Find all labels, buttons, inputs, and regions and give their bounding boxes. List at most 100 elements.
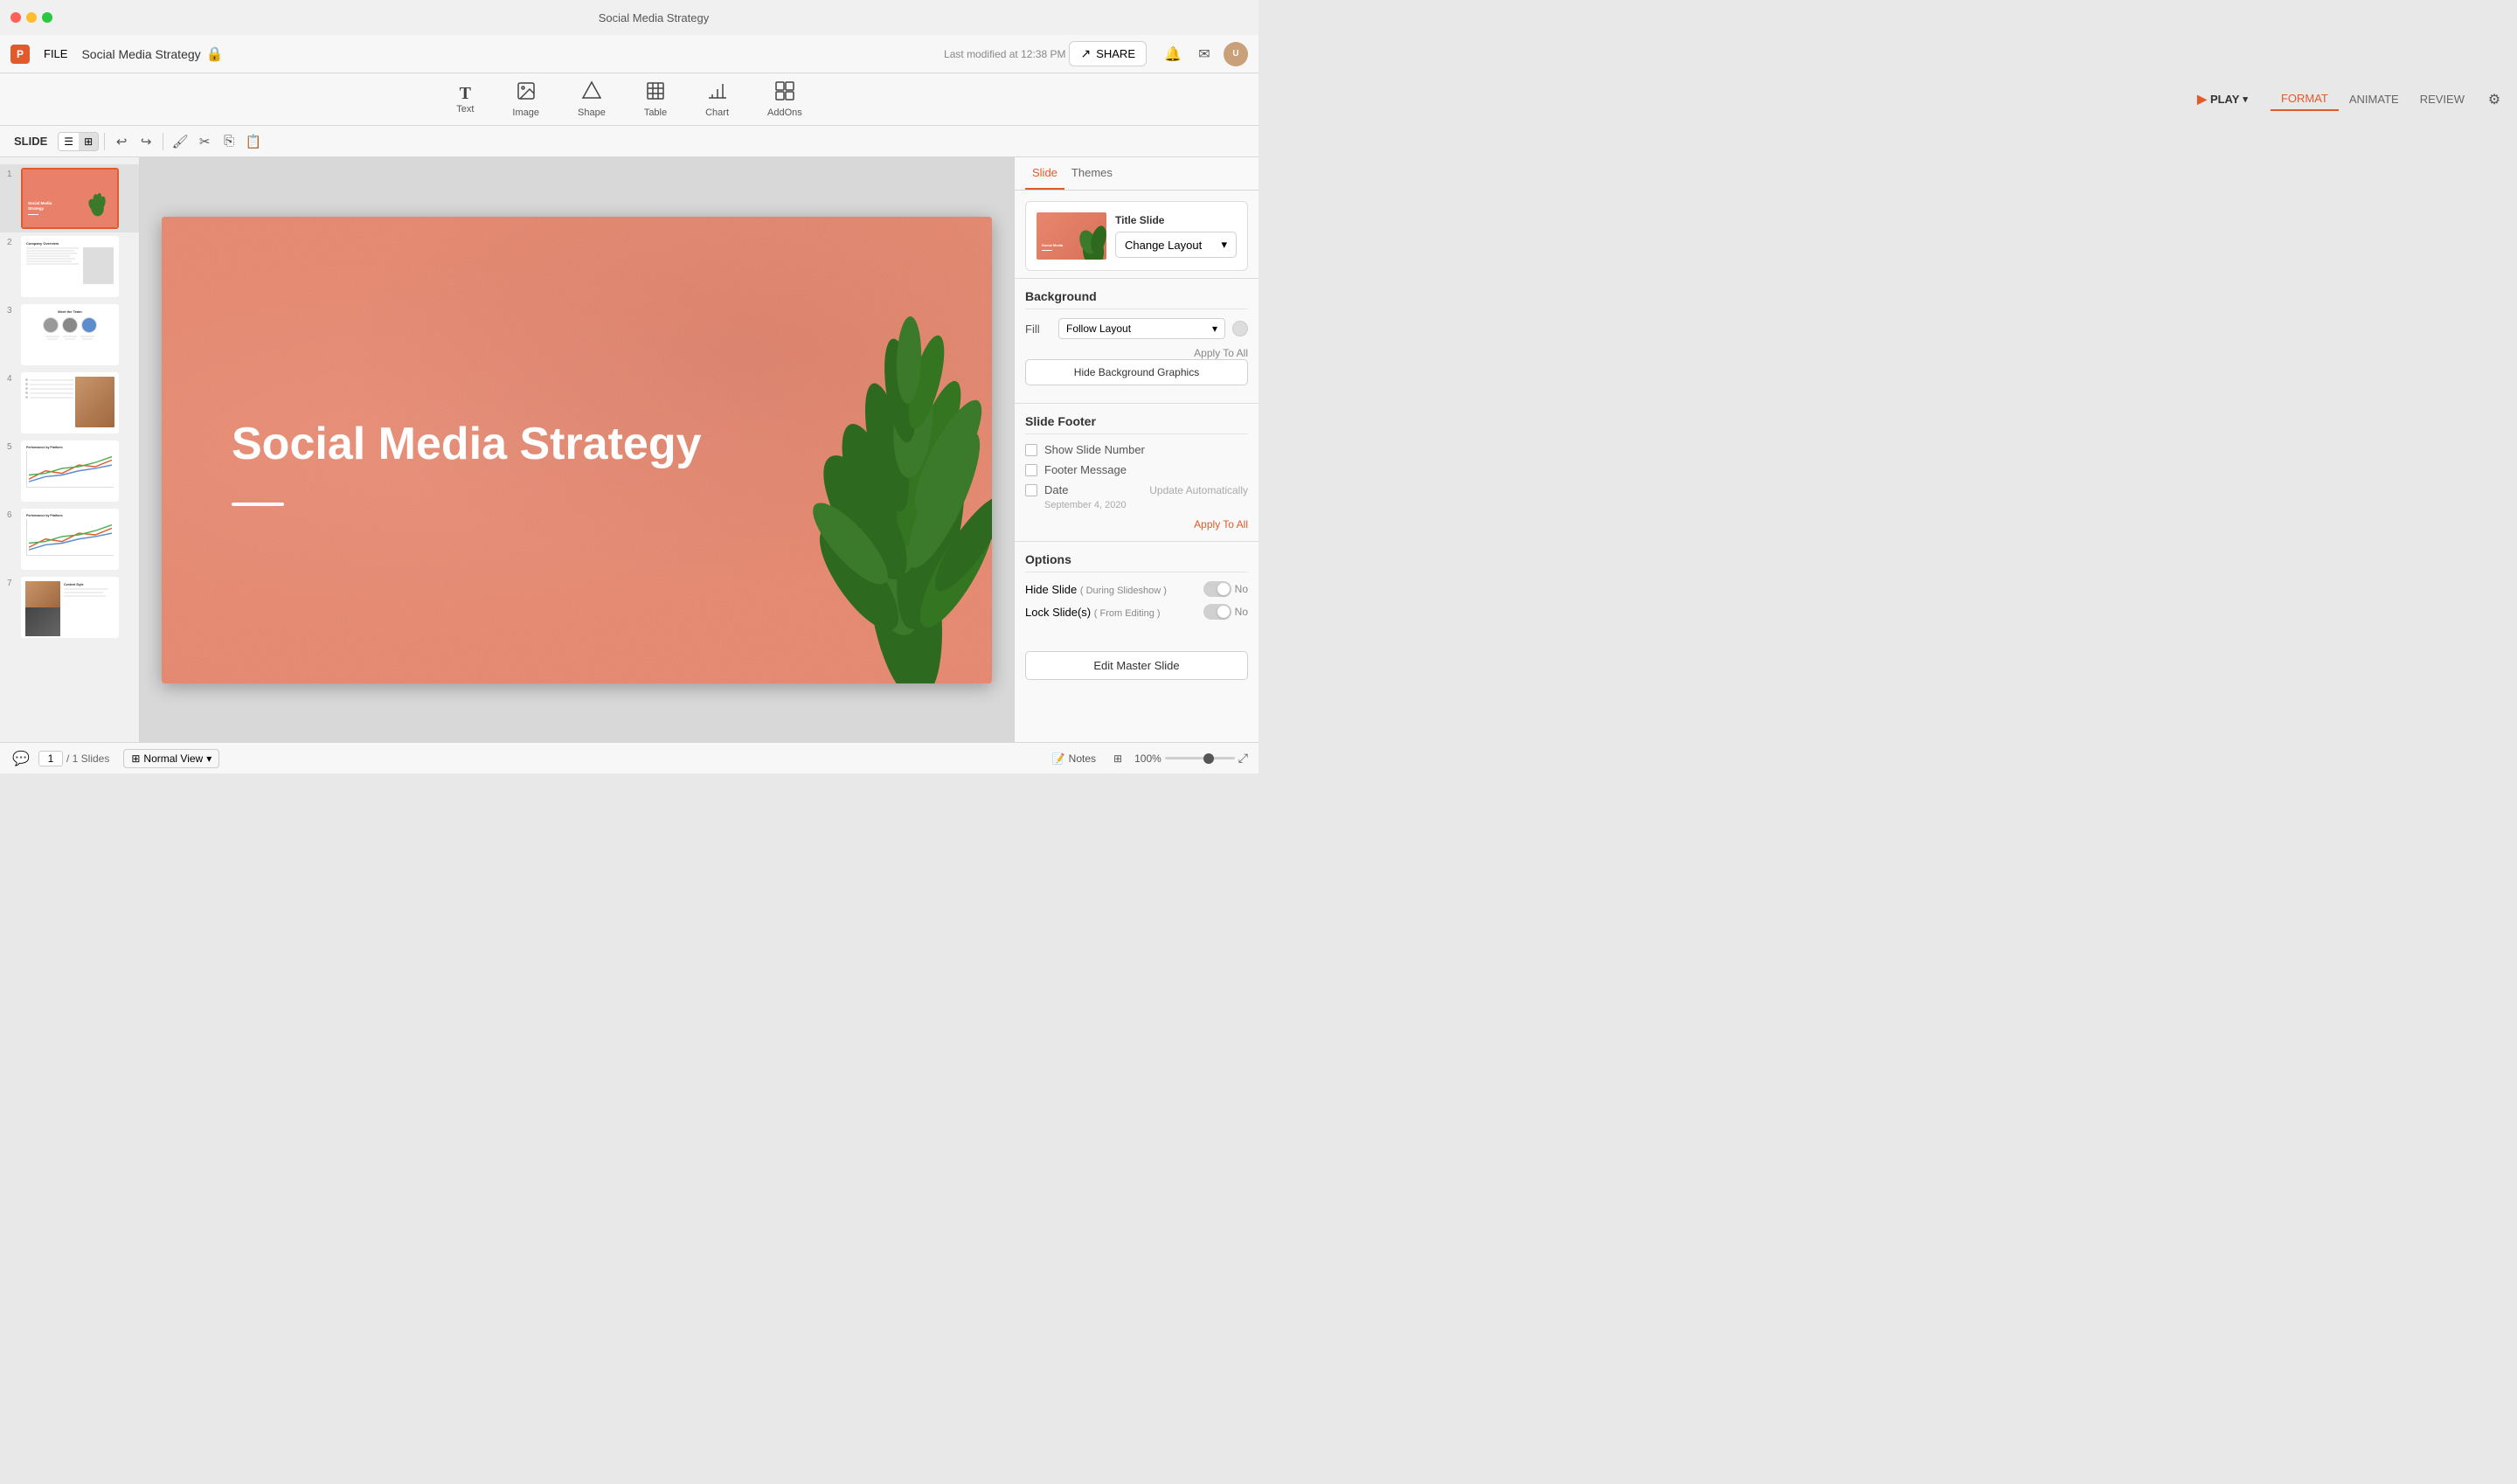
undo-icon[interactable]: ↩: [110, 130, 133, 153]
chat-icon[interactable]: 💬: [10, 748, 31, 769]
page-number-input[interactable]: [38, 751, 63, 766]
slide-thumb-1[interactable]: 1 Social MediaStrategy: [0, 164, 139, 232]
paint-format-icon[interactable]: 🖌: [169, 130, 191, 153]
notifications-icon[interactable]: 🔔: [1161, 42, 1185, 66]
insert-text[interactable]: T Text: [447, 81, 482, 118]
chart-icon: [707, 80, 728, 106]
slide-preview-2: Company Overview: [21, 236, 119, 297]
format-tabs: FORMAT ANIMATE REVIEW: [2271, 87, 2475, 111]
grid-icon: ⊞: [1113, 752, 1122, 765]
zoom-slider-thumb[interactable]: [1203, 753, 1214, 764]
zoom-slider[interactable]: [1165, 757, 1235, 759]
maximize-button[interactable]: [42, 12, 52, 23]
options-title: Options: [1025, 552, 1071, 566]
hide-slide-row: Hide Slide ( During Slideshow ) No: [1025, 581, 1248, 597]
slide-thumb-3[interactable]: 3 Meet the Team: [0, 301, 139, 369]
play-arrow-icon: ▶: [2197, 92, 2207, 107]
slide-num-5: 5: [7, 442, 17, 452]
tab-review[interactable]: REVIEW: [2410, 87, 2475, 111]
insert-table[interactable]: Table: [635, 77, 676, 121]
email-icon[interactable]: ✉: [1192, 42, 1217, 66]
update-auto-label: Update Automatically: [1149, 484, 1248, 496]
settings-icon[interactable]: ⚙: [2482, 87, 2507, 112]
list-view-btn[interactable]: ☰: [59, 133, 79, 150]
zoom-fit-icon[interactable]: ⤢: [1238, 751, 1248, 766]
hide-slide-toggle-pill[interactable]: [1203, 581, 1231, 597]
change-layout-button[interactable]: Change Layout ▾: [1115, 232, 1237, 258]
slide-thumb-6[interactable]: 6 Performance by Platform: [0, 505, 139, 573]
right-toolbar-actions: ▶ PLAY ▾ FORMAT ANIMATE REVIEW ⚙: [2188, 87, 2507, 112]
footer-message-checkbox[interactable]: [1025, 464, 1037, 476]
date-checkbox[interactable]: [1025, 484, 1037, 496]
user-avatar[interactable]: U: [1224, 42, 1248, 66]
redo-icon[interactable]: ↪: [135, 130, 157, 153]
apply-all-footer: Apply To All: [1025, 517, 1248, 530]
color-picker-dot[interactable]: [1232, 321, 1248, 336]
show-slide-number-checkbox[interactable]: [1025, 444, 1037, 456]
play-label: PLAY: [2210, 93, 2239, 106]
grid-view-btn[interactable]: ⊞: [79, 133, 98, 150]
tab-themes[interactable]: Themes: [1064, 157, 1120, 190]
slide-preview-7: Content Style: [21, 577, 119, 638]
slide-num-6: 6: [7, 510, 17, 520]
tab-format[interactable]: FORMAT: [2271, 87, 2339, 111]
share-button[interactable]: ↗ SHARE: [1069, 41, 1147, 66]
layout-preview-container: Social Media Title Slide Change Layout ▾: [1025, 201, 1248, 271]
insert-toolbar: T Text Image Shape Table: [0, 73, 1258, 126]
file-menu-button[interactable]: FILE: [37, 44, 74, 64]
zoom-controls: 100% ⤢: [1134, 751, 1248, 766]
hide-background-button[interactable]: Hide Background Graphics: [1025, 359, 1248, 385]
slide-canvas: Social Media Strategy: [162, 217, 992, 683]
hide-slide-sub: ( During Slideshow ): [1080, 586, 1167, 596]
apply-all-footer-link[interactable]: Apply To All: [1194, 518, 1248, 530]
lock-slide-label-group: Lock Slide(s) ( From Editing ): [1025, 606, 1203, 619]
date-row: Date Update Automatically: [1025, 483, 1248, 496]
notes-button[interactable]: 📝 Notes: [1047, 750, 1101, 767]
view-selector-chevron-icon: ▾: [206, 752, 211, 765]
insert-shape[interactable]: Shape: [569, 77, 614, 121]
slide-thumb-4[interactable]: 4: [0, 369, 139, 437]
lock-slide-label: Lock Slide(s): [1025, 606, 1091, 619]
grid-view-button[interactable]: ⊞: [1108, 750, 1127, 767]
lock-slide-toggle-handle: [1217, 606, 1230, 618]
slide-thumb-5[interactable]: 5 Performance by Platform: [0, 437, 139, 505]
insert-image[interactable]: Image: [503, 77, 548, 121]
apply-all-bg-link[interactable]: Apply To All: [1194, 347, 1248, 359]
options-section: Options Hide Slide ( During Slideshow ) …: [1025, 552, 1248, 620]
insert-chart[interactable]: Chart: [697, 77, 738, 121]
title-bar: Social Media Strategy: [0, 0, 1258, 35]
slide-num-7: 7: [7, 579, 17, 588]
play-dropdown-icon[interactable]: ▾: [2243, 94, 2248, 105]
hide-slide-toggle: No: [1203, 581, 1248, 597]
fill-row: Fill Follow Layout ▾: [1025, 318, 1248, 339]
change-layout-chevron-icon: ▾: [1221, 238, 1227, 252]
slide-num-2: 2: [7, 238, 17, 247]
slide-button[interactable]: SLIDE: [7, 131, 54, 151]
show-slide-number-label: Show Slide Number: [1044, 443, 1248, 456]
lock-slide-toggle-pill[interactable]: [1203, 604, 1231, 620]
insert-addons[interactable]: AddOns: [759, 77, 811, 121]
tab-animate[interactable]: ANIMATE: [2339, 87, 2410, 111]
cut-icon[interactable]: ✂: [193, 130, 216, 153]
view-selector[interactable]: ⊞ Normal View ▾: [123, 749, 219, 768]
traffic-lights: [10, 12, 52, 23]
close-button[interactable]: [10, 12, 21, 23]
edit-master-slide-button[interactable]: Edit Master Slide: [1025, 651, 1248, 680]
slide-panel: 1 Social MediaStrategy: [0, 157, 140, 742]
tab-slide[interactable]: Slide: [1025, 157, 1064, 190]
top-toolbar: P FILE Social Media Strategy 🔒 Last modi…: [0, 35, 1258, 73]
slide-thumb-7[interactable]: 7 Content Style: [0, 573, 139, 641]
copy-icon[interactable]: ⎘: [218, 130, 240, 153]
play-button[interactable]: ▶ PLAY ▾: [2188, 87, 2257, 111]
paste-icon[interactable]: 📋: [242, 130, 265, 153]
minimize-button[interactable]: [26, 12, 37, 23]
background-section: Background Fill Follow Layout ▾ Apply To…: [1025, 289, 1248, 396]
right-panel: Slide Themes Social Media: [1014, 157, 1258, 742]
footer-message-row: Footer Message: [1025, 463, 1248, 476]
slide-thumb-2[interactable]: 2 Company Overview: [0, 232, 139, 301]
view-selector-label: Normal View: [143, 752, 203, 765]
slide-num-4: 4: [7, 374, 17, 384]
date-hint: September 4, 2020: [1025, 500, 1248, 510]
action-toolbar: SLIDE ☰ ⊞ ↩ ↪ 🖌 ✂ ⎘ 📋: [0, 126, 1258, 157]
fill-dropdown[interactable]: Follow Layout ▾: [1058, 318, 1225, 339]
